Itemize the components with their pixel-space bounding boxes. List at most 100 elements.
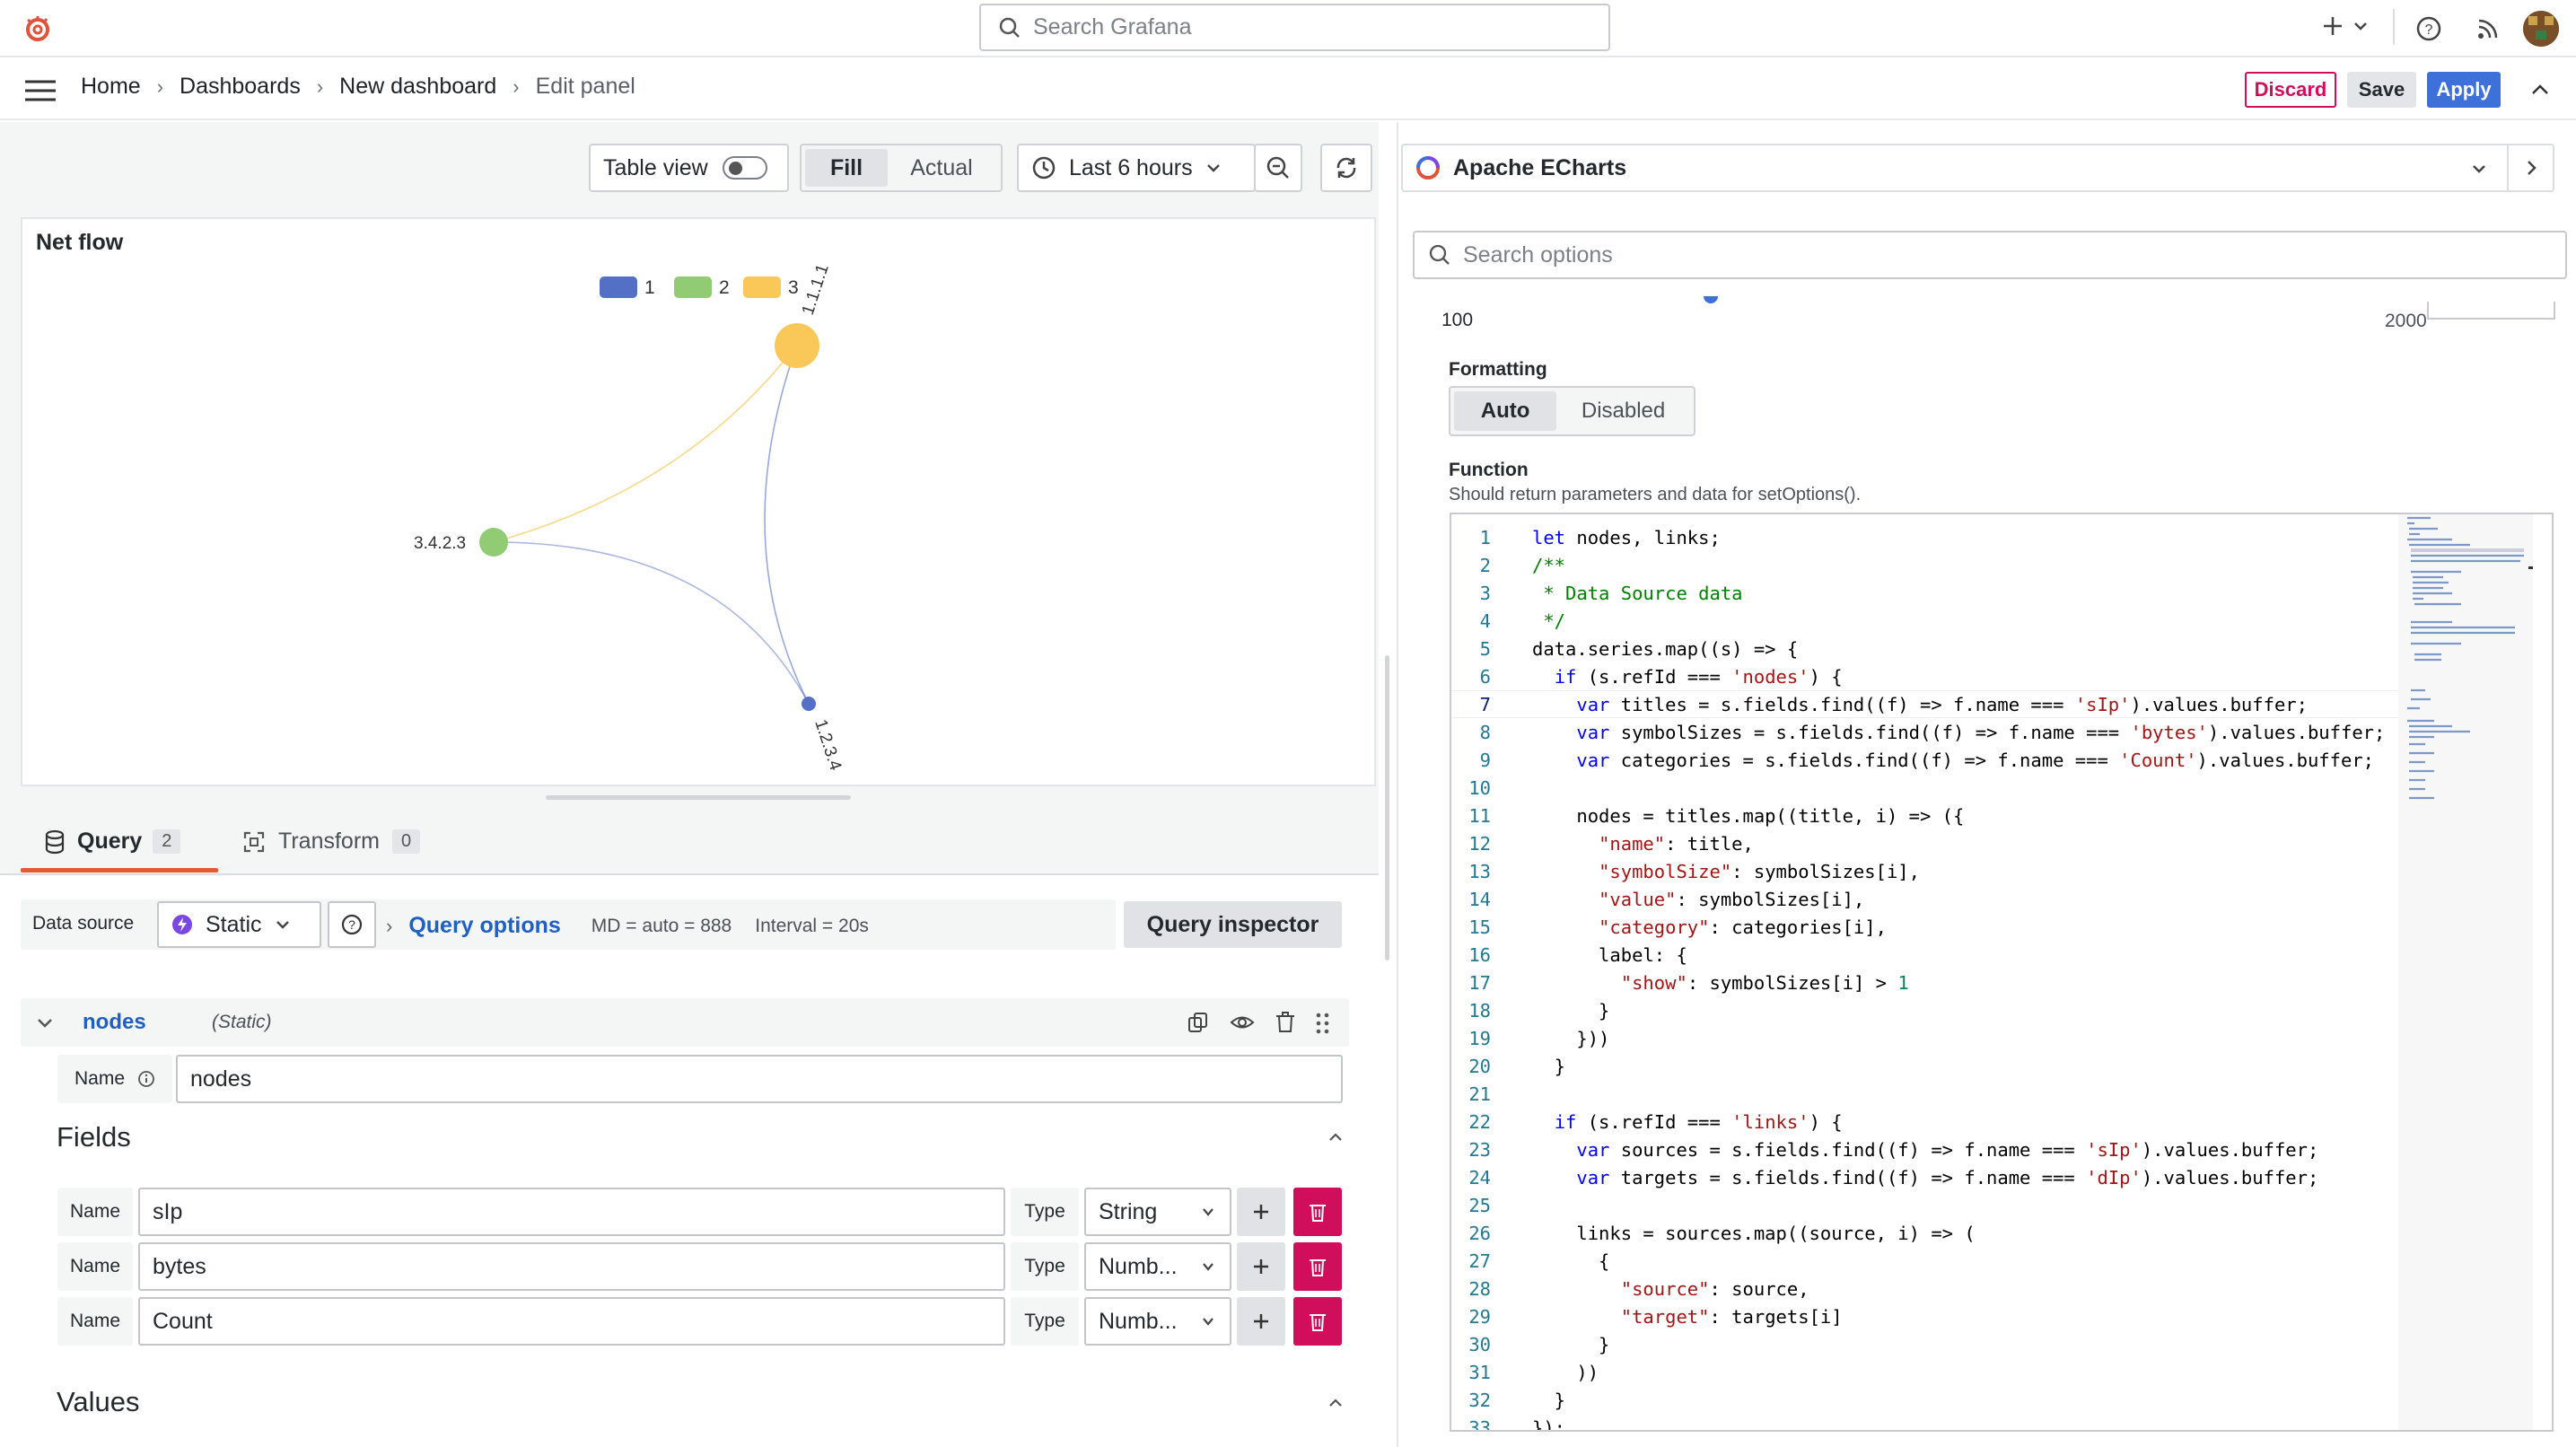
query-inspector-button[interactable]: Query inspector xyxy=(1124,901,1342,948)
formatting-disabled-option[interactable]: Disabled xyxy=(1556,391,1690,431)
graph-node-1[interactable] xyxy=(802,697,816,711)
drag-handle-icon[interactable] xyxy=(1315,1011,1331,1036)
fill-option[interactable]: Fill xyxy=(805,149,888,187)
save-button[interactable]: Save xyxy=(2347,72,2416,108)
datasource-help-button[interactable]: ? xyxy=(328,901,376,948)
graph-node-2[interactable] xyxy=(479,528,508,557)
resize-handle[interactable] xyxy=(546,795,851,800)
breadcrumb-dashboards[interactable]: Dashboards xyxy=(180,74,301,100)
chevron-up-icon[interactable] xyxy=(1327,1394,1345,1412)
visualization-picker[interactable]: Apache ECharts xyxy=(1401,144,2554,192)
active-tab-indicator xyxy=(21,868,218,873)
options-search-input[interactable]: Search options xyxy=(1413,231,2567,279)
max-data-points: MD = auto = 888 xyxy=(591,915,732,936)
breadcrumb-home[interactable]: Home xyxy=(81,74,141,100)
line-number: 26 xyxy=(1468,1222,1491,1244)
delete-field-button[interactable] xyxy=(1293,1297,1342,1346)
slider-handle[interactable] xyxy=(1704,296,1718,303)
legend-label-3: 3 xyxy=(788,277,799,298)
echarts-logo-icon xyxy=(1416,156,1440,180)
code-line: 22 if (s.refId === 'links') { xyxy=(1451,1108,1842,1136)
line-number: 11 xyxy=(1468,804,1491,827)
add-field-button[interactable] xyxy=(1237,1242,1285,1291)
plus-icon xyxy=(1254,1205,1268,1219)
code-line: 19 })) xyxy=(1451,1024,1609,1052)
chevron-down-icon xyxy=(1203,1208,1214,1216)
code-line: 4 */ xyxy=(1451,607,1565,635)
plus-icon xyxy=(1254,1314,1268,1329)
datasource-picker[interactable]: Static xyxy=(157,901,321,948)
vertical-resize-handle[interactable] xyxy=(1385,655,1389,960)
delete-field-button[interactable] xyxy=(1293,1242,1342,1291)
slider-input[interactable] xyxy=(2427,302,2555,320)
legend-swatch-3[interactable] xyxy=(743,276,781,298)
eye-icon[interactable] xyxy=(1230,1011,1255,1034)
code-line: 1 let nodes, links; xyxy=(1451,523,1721,551)
line-number: 23 xyxy=(1468,1138,1491,1161)
menu-icon[interactable] xyxy=(25,79,57,107)
add-menu-button[interactable] xyxy=(2319,13,2370,39)
database-icon xyxy=(45,829,65,854)
field-name-input[interactable]: Count xyxy=(138,1297,1005,1346)
tab-query[interactable]: Query 2 xyxy=(43,829,181,855)
field-type-value: Numb... xyxy=(1099,1308,1178,1334)
delete-field-button[interactable] xyxy=(1293,1188,1342,1236)
chevron-down-icon[interactable] xyxy=(36,1014,54,1032)
chevron-down-icon xyxy=(276,921,289,929)
field-name-input[interactable]: sIp xyxy=(138,1188,1005,1236)
chevron-right-icon: › xyxy=(156,75,164,98)
graph-node-3[interactable] xyxy=(775,323,819,368)
query-ref-id[interactable]: nodes xyxy=(83,1010,146,1035)
query-name-input[interactable]: nodes xyxy=(176,1055,1343,1103)
user-avatar[interactable] xyxy=(2523,11,2559,47)
link-edge[interactable] xyxy=(764,344,810,705)
legend-swatch-2[interactable] xyxy=(674,276,712,298)
trash-icon[interactable] xyxy=(1274,1011,1297,1034)
grafana-logo-icon[interactable] xyxy=(20,11,56,47)
field-type-select[interactable]: Numb... xyxy=(1084,1242,1231,1291)
legend-swatch-1[interactable] xyxy=(600,276,637,298)
discard-button[interactable]: Discard xyxy=(2245,72,2336,108)
zoom-out-button[interactable] xyxy=(1254,144,1302,192)
apply-button[interactable]: Apply xyxy=(2427,72,2501,108)
code-line: 23 var sources = s.fields.find((f) => f.… xyxy=(1451,1136,2318,1163)
toggle-switch[interactable] xyxy=(722,156,767,180)
field-name-input[interactable]: bytes xyxy=(138,1242,1005,1291)
function-label: Function xyxy=(1449,460,1529,480)
code-line: 32 } xyxy=(1451,1386,1565,1414)
time-range-label: Last 6 hours xyxy=(1069,154,1193,180)
help-icon[interactable]: ? xyxy=(2415,15,2442,47)
code-editor[interactable]: 1 let nodes, links; 2/** 3 * Data Source … xyxy=(1450,513,2554,1432)
field-type-select[interactable]: Numb... xyxy=(1084,1297,1231,1346)
table-view-toggle[interactable]: Table view xyxy=(589,144,789,192)
query-options-toggle[interactable]: › Query options MD = auto = 888 Interval… xyxy=(386,913,869,939)
field-type-select[interactable]: String xyxy=(1084,1188,1231,1236)
refresh-button[interactable] xyxy=(1320,144,1372,192)
add-field-button[interactable] xyxy=(1237,1188,1285,1236)
chevron-right-icon: › xyxy=(386,914,393,937)
chevron-up-icon[interactable] xyxy=(1327,1128,1345,1146)
line-number: 13 xyxy=(1468,860,1491,882)
search-input[interactable]: Search Grafana xyxy=(979,4,1610,51)
chevron-right-icon[interactable] xyxy=(2523,159,2539,177)
add-field-button[interactable] xyxy=(1237,1297,1285,1346)
news-feed-icon[interactable] xyxy=(2474,15,2501,47)
link-edge[interactable] xyxy=(493,541,810,705)
code-minimap[interactable] xyxy=(2398,514,2533,1430)
duplicate-icon[interactable] xyxy=(1187,1011,1210,1034)
line-number: 27 xyxy=(1468,1250,1491,1272)
actual-option[interactable]: Actual xyxy=(888,149,995,187)
link-edge[interactable] xyxy=(493,344,798,543)
time-picker[interactable]: Last 6 hours xyxy=(1017,144,1256,192)
info-icon[interactable] xyxy=(137,1070,155,1088)
line-number: 12 xyxy=(1468,832,1491,855)
line-number: 3 xyxy=(1479,582,1491,604)
breadcrumb-dashboard[interactable]: New dashboard xyxy=(339,74,496,100)
code-line: 17 "show": symbolSizes[i] > 1 xyxy=(1451,969,1908,996)
field-type-value: Numb... xyxy=(1099,1253,1178,1279)
formatting-auto-option[interactable]: Auto xyxy=(1454,391,1557,431)
tab-transform[interactable]: Transform 0 xyxy=(242,829,421,855)
chevron-up-icon[interactable] xyxy=(2529,79,2551,105)
line-number: 25 xyxy=(1468,1194,1491,1216)
line-number: 31 xyxy=(1468,1361,1491,1383)
